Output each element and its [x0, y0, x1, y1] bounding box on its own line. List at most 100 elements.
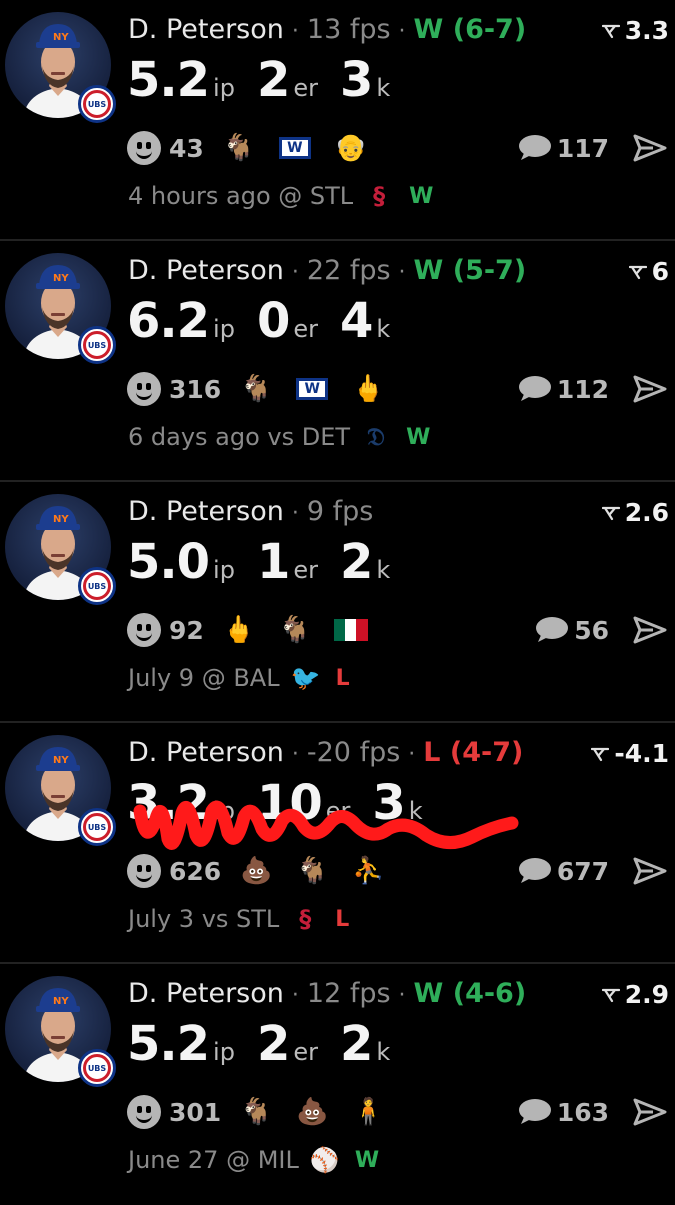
send-arrow-icon[interactable]	[633, 374, 667, 404]
separator: ·	[398, 983, 406, 1008]
game-card[interactable]: NY UBS D. Peterson · -20 fps · L (4-7) -4.1 3.2 i…	[0, 723, 675, 964]
comment-count[interactable]: 112	[557, 375, 609, 404]
game-time-opponent[interactable]: 6 days ago vs DET	[128, 423, 350, 451]
smile-face-icon[interactable]	[127, 131, 161, 165]
player-name[interactable]: D. Peterson	[128, 14, 284, 45]
game-card[interactable]: NY UBS D. Peterson · 12 fps · W (4-6) 2.9 5.2 ip 2…	[0, 964, 675, 1205]
rating-value: 6	[651, 257, 669, 286]
separator: ·	[398, 19, 406, 44]
game-card[interactable]: NY UBS D. Peterson · 13 fps · W (6-7) 3.3 5.2 ip 2…	[0, 0, 675, 241]
reaction-count[interactable]: 92	[169, 616, 204, 645]
middle-finger-emoji-icon[interactable]: 🖕	[351, 372, 385, 406]
cubs-w-flag-icon[interactable]: W	[295, 372, 329, 406]
k-unit: k	[376, 315, 391, 343]
poop-emoji-icon[interactable]: 💩	[295, 1095, 329, 1129]
player-name[interactable]: D. Peterson	[128, 737, 284, 768]
game-time-opponent[interactable]: July 9 @ BAL	[128, 664, 280, 692]
rating: 2.9	[601, 980, 669, 1009]
lakers-player-emoji-icon[interactable]: ⛹	[351, 854, 385, 888]
stat-line: 6.2 ip 0 er 4 k	[127, 293, 412, 349]
innings-pitched: 5.0	[127, 534, 210, 590]
smile-face-icon[interactable]	[127, 854, 161, 888]
game-info: 4 hours ago @ STL § W	[128, 178, 667, 214]
poop-emoji-icon[interactable]: 💩	[239, 854, 273, 888]
svg-text:NY: NY	[53, 273, 69, 284]
k-unit: k	[376, 556, 391, 584]
reaction-bar: 43 🐐 W 👴 117	[127, 128, 667, 168]
pitch-trajectory-icon	[591, 747, 610, 761]
send-arrow-icon[interactable]	[633, 1097, 667, 1127]
goat-emoji-icon[interactable]: 🐐	[239, 372, 273, 406]
er-unit: er	[325, 797, 351, 825]
fps-score: 13 fps	[306, 14, 391, 45]
rating-value: 2.9	[624, 980, 669, 1009]
speech-bubble-icon[interactable]	[517, 1098, 551, 1126]
reaction-count[interactable]: 301	[169, 1098, 221, 1127]
mexico-flag-icon[interactable]	[333, 613, 368, 647]
goat-emoji-icon[interactable]: 🐐	[278, 613, 312, 647]
opponent-logo-icon: §	[299, 905, 312, 933]
reaction-count[interactable]: 43	[169, 134, 204, 163]
red-figure-emoji-icon[interactable]: 🧍	[351, 1095, 385, 1129]
er-unit: er	[293, 74, 318, 102]
pitch-trajectory-icon	[601, 24, 620, 38]
stat-line: 5.2 ip 2 er 3 k	[127, 52, 412, 108]
speech-bubble-icon[interactable]	[517, 857, 551, 885]
game-result: W	[409, 183, 434, 209]
strikeouts: 4	[339, 293, 373, 349]
game-time-opponent[interactable]: 4 hours ago @ STL	[128, 182, 353, 210]
ip-unit: ip	[213, 797, 235, 825]
game-time-opponent[interactable]: June 27 @ MIL	[128, 1146, 299, 1174]
speech-bubble-icon[interactable]	[517, 375, 551, 403]
innings-pitched: 5.2	[127, 1016, 210, 1072]
player-name[interactable]: D. Peterson	[128, 496, 284, 527]
comment-count[interactable]: 117	[557, 134, 609, 163]
pitch-trajectory-icon	[601, 506, 620, 520]
ip-unit: ip	[213, 556, 235, 584]
old-man-emoji-icon[interactable]: 👴	[334, 131, 368, 165]
decision-record: L (4-7)	[423, 737, 524, 768]
separator: ·	[291, 501, 299, 526]
smile-face-icon[interactable]	[127, 372, 161, 406]
game-info: June 27 @ MIL ⚾ W	[128, 1142, 667, 1178]
cubs-team-badge-icon: UBS	[78, 326, 116, 364]
game-card[interactable]: NY UBS D. Peterson · 9 fps 2.6 5.0 ip 1 er 2 k 92 🖕 🐐 5…	[0, 482, 675, 723]
pitch-trajectory-icon	[628, 265, 647, 279]
rating: 3.3	[601, 16, 669, 45]
comment-count[interactable]: 56	[574, 616, 609, 645]
smile-face-icon[interactable]	[127, 1095, 161, 1129]
reaction-count[interactable]: 626	[169, 857, 221, 886]
card-header: D. Peterson · 22 fps · W (5-7)	[128, 255, 667, 295]
player-name[interactable]: D. Peterson	[128, 978, 284, 1009]
earned-runs: 2	[256, 1016, 290, 1072]
game-time-opponent[interactable]: July 3 vs STL	[128, 905, 279, 933]
send-arrow-icon[interactable]	[633, 856, 667, 886]
goat-emoji-icon[interactable]: 🐐	[239, 1095, 273, 1129]
card-header: D. Peterson · 13 fps · W (6-7)	[128, 14, 667, 54]
rating: 2.6	[601, 498, 669, 527]
comment-count[interactable]: 677	[557, 857, 609, 886]
comment-count[interactable]: 163	[557, 1098, 609, 1127]
speech-bubble-icon[interactable]	[534, 616, 569, 644]
send-arrow-icon[interactable]	[633, 133, 667, 163]
goat-emoji-icon[interactable]: 🐐	[222, 131, 256, 165]
fps-score: 12 fps	[306, 978, 391, 1009]
ip-unit: ip	[213, 74, 235, 102]
speech-bubble-icon[interactable]	[517, 134, 551, 162]
middle-finger-emoji-icon[interactable]: 🖕	[222, 613, 256, 647]
goat-emoji-icon[interactable]: 🐐	[295, 854, 329, 888]
cubs-w-flag-icon[interactable]: W	[278, 131, 312, 165]
separator: ·	[408, 742, 416, 767]
decision-record: W (4-6)	[413, 978, 527, 1009]
fps-score: 9 fps	[306, 496, 374, 527]
game-card[interactable]: NY UBS D. Peterson · 22 fps · W (5-7) 6 6.2 ip 0 er…	[0, 241, 675, 482]
rating-value: -4.1	[614, 739, 669, 768]
send-arrow-icon[interactable]	[633, 615, 667, 645]
game-info: July 9 @ BAL 🐦 L	[128, 660, 667, 696]
smile-face-icon[interactable]	[127, 613, 161, 647]
game-result: W	[406, 424, 431, 450]
player-name[interactable]: D. Peterson	[128, 255, 284, 286]
fps-score: 22 fps	[306, 255, 391, 286]
rating: -4.1	[591, 739, 669, 768]
reaction-count[interactable]: 316	[169, 375, 221, 404]
